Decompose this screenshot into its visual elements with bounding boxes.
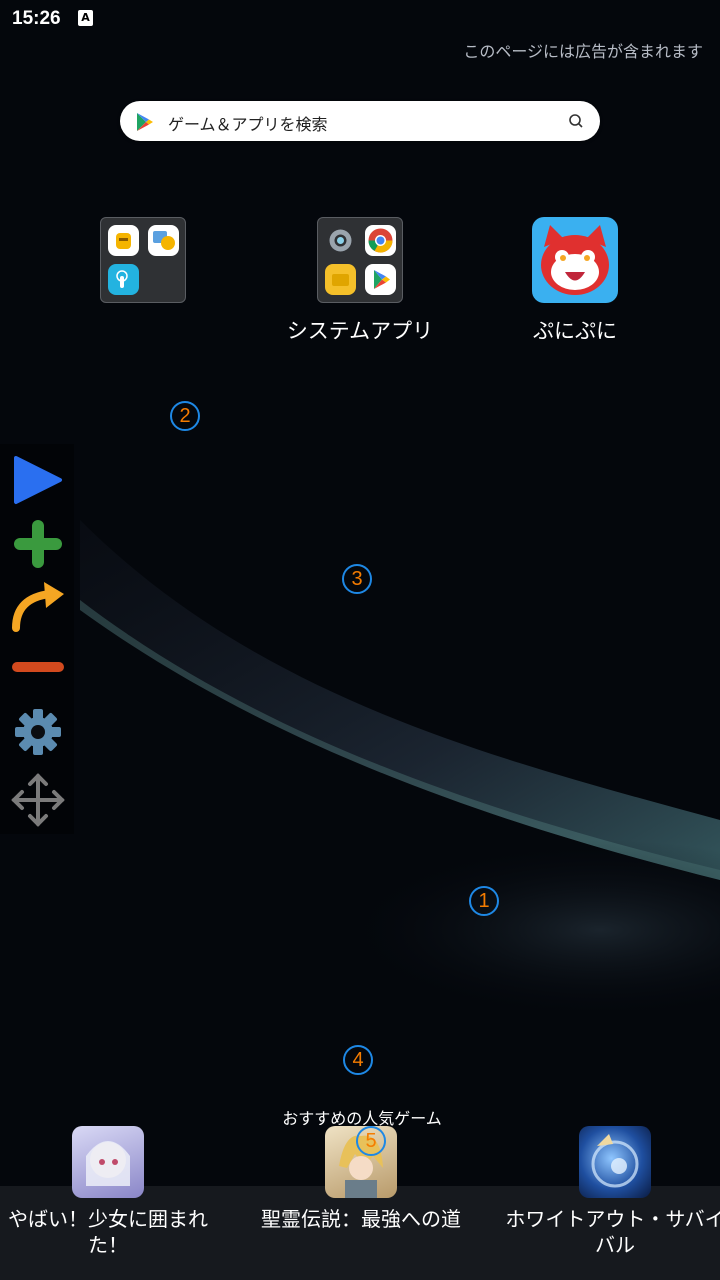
plus-icon[interactable] <box>10 516 66 572</box>
macro-toolbar <box>0 444 74 834</box>
search-input[interactable]: ゲーム＆アプリを検索 <box>168 111 328 135</box>
play-icon[interactable] <box>10 452 66 508</box>
gear-icon[interactable] <box>10 704 66 760</box>
app-punipuni[interactable]: ぷにぷに <box>500 217 650 345</box>
app-label: ぷにぷに <box>533 319 617 343</box>
folder-icon <box>317 217 403 303</box>
tap-marker-5[interactable]: 5 <box>356 1126 386 1156</box>
settings-icon <box>325 225 356 256</box>
game-icon-1 <box>72 1126 144 1198</box>
game-item-1[interactable]: やばい！少女に囲まれた！ <box>0 1126 228 1258</box>
search-icon[interactable] <box>568 113 584 133</box>
status-time: 15:26 <box>12 8 61 29</box>
minus-icon[interactable] <box>10 640 66 696</box>
status-bar: 15:26 A <box>0 0 720 40</box>
move-icon[interactable] <box>10 772 66 828</box>
tap-marker-2[interactable]: 2 <box>170 401 200 431</box>
notification-icon: A <box>78 10 93 26</box>
chat-app-icon <box>148 225 179 256</box>
ad-notice: このページには広告が含まれます <box>463 42 703 61</box>
game-item-3[interactable]: ホワイトアウト・サバイバル <box>495 1126 720 1258</box>
game-label: 聖霊伝説：最強への道 <box>261 1207 461 1231</box>
play-store-icon <box>365 264 396 295</box>
duo-app-icon <box>108 225 139 256</box>
chrome-icon <box>365 225 396 256</box>
game-icon-3 <box>579 1126 651 1198</box>
tap-marker-4[interactable]: 4 <box>343 1045 373 1075</box>
punipuni-icon <box>532 217 618 303</box>
game-label: ホワイトアウト・サバイバル <box>505 1207 720 1257</box>
app-folder-1[interactable] <box>100 217 186 315</box>
tap-marker-1[interactable]: 1 <box>469 886 499 916</box>
app-label: システムアプリ <box>286 319 434 343</box>
tap-marker-3[interactable]: 3 <box>342 564 372 594</box>
files-icon <box>325 264 356 295</box>
redo-arrow-icon[interactable] <box>10 578 66 634</box>
folder-icon <box>100 217 186 303</box>
app-folder-system[interactable]: システムアプリ <box>276 217 444 345</box>
game-label: やばい！少女に囲まれた！ <box>8 1207 208 1257</box>
touch-app-icon <box>108 264 139 295</box>
play-store-icon <box>136 112 154 136</box>
wallpaper <box>0 0 720 1280</box>
search-bar[interactable]: ゲーム＆アプリを検索 <box>120 101 600 141</box>
